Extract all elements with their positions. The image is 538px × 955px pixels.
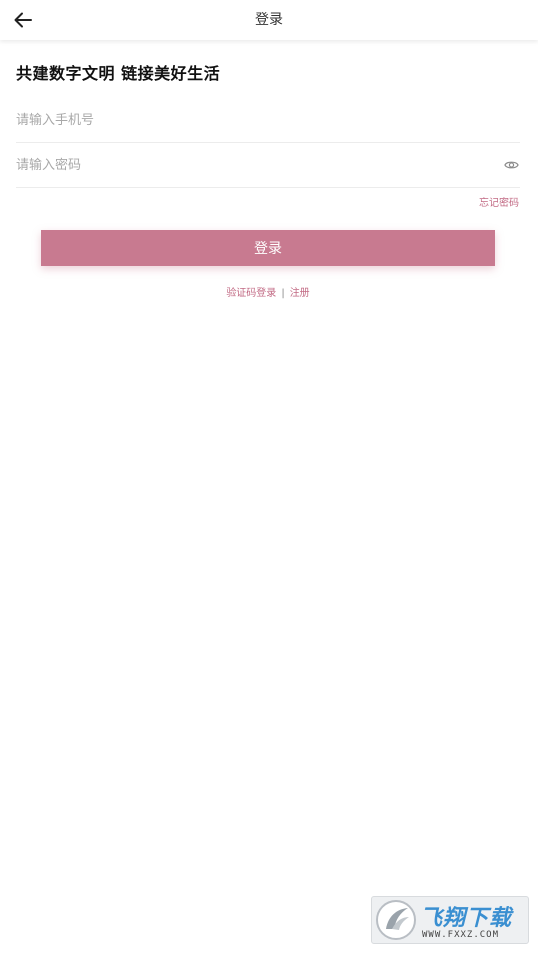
watermark-brand: 飞翔下载 xyxy=(420,906,513,931)
top-bar: 登录 xyxy=(0,0,538,40)
page-title: 登录 xyxy=(255,12,283,28)
watermark-logo-icon xyxy=(376,900,416,940)
eye-icon[interactable] xyxy=(504,158,519,172)
alt-links: 验证码登录 | 注册 xyxy=(16,284,520,299)
phone-input[interactable] xyxy=(16,98,476,142)
link-separator: | xyxy=(281,288,285,299)
slogan-heading: 共建数字文明 链接美好生活 xyxy=(16,64,221,83)
sms-login-link[interactable]: 验证码登录 xyxy=(226,284,276,299)
password-field-row xyxy=(16,143,520,188)
watermark-url: WWW.FXXZ.COM xyxy=(422,930,500,940)
phone-field-row xyxy=(16,98,520,143)
password-input[interactable] xyxy=(16,143,476,187)
register-link[interactable]: 注册 xyxy=(290,284,310,299)
login-button[interactable]: 登录 xyxy=(41,230,495,266)
forgot-password-link[interactable]: 忘记密码 xyxy=(479,194,519,209)
watermark: 飞翔下载 WWW.FXXZ.COM xyxy=(371,896,529,944)
arrow-left-icon xyxy=(14,12,32,28)
back-button[interactable] xyxy=(10,7,36,33)
